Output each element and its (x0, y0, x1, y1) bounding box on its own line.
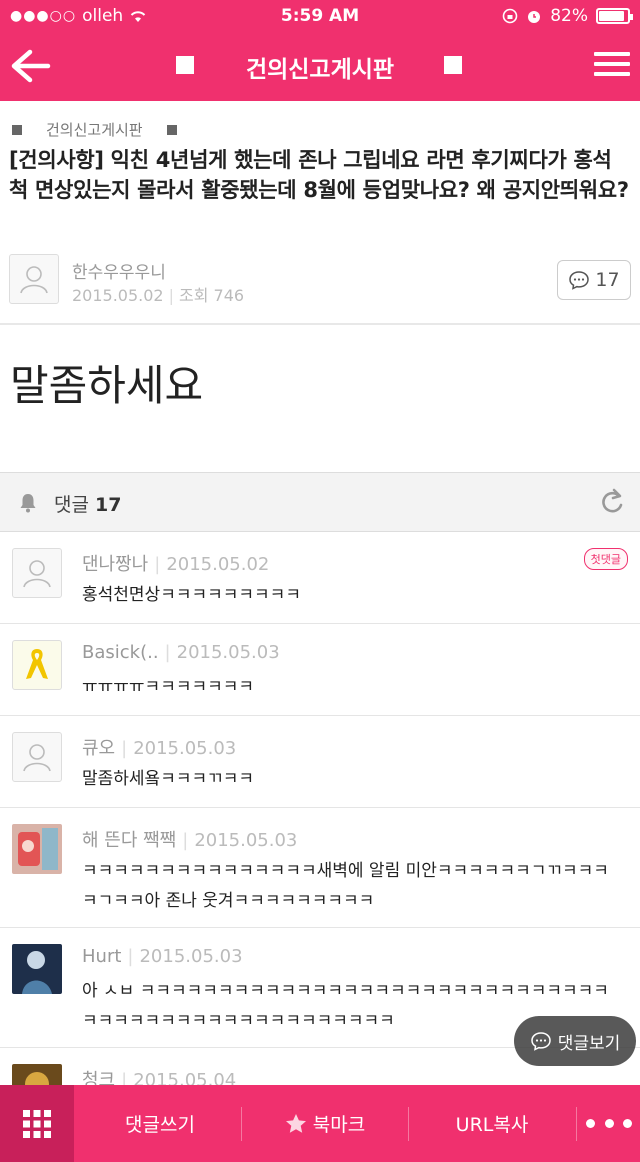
avatar[interactable] (12, 732, 62, 782)
comment-author[interactable]: Hurt (82, 946, 121, 967)
grid-menu-button[interactable] (0, 1085, 74, 1162)
comment-meta: Basick(.. | 2015.05.03 (82, 642, 280, 663)
write-comment-button[interactable]: 댓글쓰기 (80, 1085, 240, 1162)
post-meta: 2015.05.02 | 조회 746 (72, 286, 245, 305)
comment-count-button[interactable]: 17 (557, 260, 631, 300)
star-icon (285, 1114, 306, 1133)
copy-url-label: URL복사 (455, 1114, 529, 1136)
speech-bubble-icon (530, 1032, 551, 1051)
comments-label: 댓글 17 (54, 490, 121, 517)
comment-meta: 댄나짱나 | 2015.05.02 (82, 554, 270, 575)
bookmark-button[interactable]: 북마크 (242, 1085, 408, 1162)
comment-date: 2015.05.03 (139, 946, 243, 967)
toolbar-divider (576, 1107, 577, 1141)
post-body: 말좀하세요 (10, 361, 204, 410)
breadcrumb-category[interactable]: 건의신고게시판 (46, 119, 143, 140)
default-avatar-icon (20, 266, 48, 294)
comment-date: 2015.05.02 (166, 554, 270, 575)
comment-date: 2015.05.03 (133, 738, 237, 759)
yellow-ribbon-icon (26, 649, 48, 679)
post-views: 조회 746 (179, 286, 245, 305)
user-photo-icon (12, 824, 62, 874)
comment-meta: 해 뜬다 짹짹 | 2015.05.03 (82, 830, 298, 851)
comment-item[interactable]: 댄나짱나 | 2015.05.02 첫댓글 홍석천면상ㅋㅋㅋㅋㅋㅋㅋㅋㅋ (0, 532, 640, 624)
comment-author[interactable]: Basick(.. (82, 642, 159, 663)
write-comment-label: 댓글쓰기 (125, 1114, 195, 1136)
breadcrumb-square-right-icon (166, 124, 177, 135)
comment-date: 2015.05.03 (176, 642, 280, 663)
comment-date: 2015.05.03 (194, 830, 298, 851)
first-comment-badge: 첫댓글 (583, 548, 628, 570)
avatar[interactable] (12, 640, 62, 690)
hamburger-menu-icon[interactable] (594, 48, 630, 82)
status-right: 82% (502, 6, 633, 26)
battery-icon (596, 8, 633, 24)
author-name[interactable]: 한수우우우니 (72, 258, 166, 283)
divider (0, 323, 640, 325)
comment-author[interactable]: 해 뜬다 짹짹 (82, 830, 176, 851)
speech-bubble-icon (569, 271, 590, 290)
bookmark-label: 북마크 (312, 1114, 366, 1136)
bell-icon (20, 494, 36, 513)
comment-text: ㅋㅋㅋㅋㅋㅋㅋㅋㅋㅋㅋㅋㅋㅋㅋ새벽에 알림 미안ㅋㅋㅋㅋㅋㅋㄱㄲㅋㅋㅋㅋㄱㅋㅋ아… (82, 861, 609, 911)
copy-url-button[interactable]: URL복사 (409, 1085, 575, 1162)
comment-item[interactable]: Basick(.. | 2015.05.03 ㅠㅠㅠㅠㅋㅋㅋㅋㅋㅋㅋ (0, 624, 640, 716)
comments-label-text: 댓글 (54, 494, 89, 516)
comment-text: ㅠㅠㅠㅠㅋㅋㅋㅋㅋㅋㅋ (82, 677, 255, 697)
avatar[interactable] (9, 254, 59, 304)
default-avatar-icon (23, 560, 51, 588)
comment-text: 홍석천면상ㅋㅋㅋㅋㅋㅋㅋㅋㅋ (82, 585, 301, 605)
comments-header-count: 17 (95, 494, 122, 516)
comment-meta: 큐오 | 2015.05.03 (82, 738, 237, 759)
post-author-row: 한수우우우니 2015.05.02 | 조회 746 17 (9, 254, 631, 309)
status-bar: ●●●○○ olleh 5:59 AM 82% (0, 0, 640, 34)
comment-author[interactable]: 큐오 (82, 738, 115, 759)
page-title: 건의신고게시판 (245, 57, 395, 83)
breadcrumb-square-left-icon (12, 124, 22, 135)
comment-author[interactable]: 댄나짱나 (82, 554, 148, 575)
refresh-icon[interactable] (598, 487, 626, 517)
avatar[interactable] (12, 944, 62, 994)
breadcrumb[interactable]: 건의신고게시판 (12, 119, 177, 140)
post-title: [건의사항] 익친 4년넘게 했는데 존나 그립네요 라면 후기찌다가 홍석척 … (9, 148, 629, 202)
grid-icon (23, 1109, 51, 1138)
comment-item[interactable]: 해 뜬다 짹짹 | 2015.05.03 ㅋㅋㅋㅋㅋㅋㅋㅋㅋㅋㅋㅋㅋㅋㅋ새벽에 알림… (0, 808, 640, 928)
default-avatar-icon (23, 744, 51, 772)
app-header: 건의신고게시판 (0, 34, 640, 101)
more-options-icon[interactable] (586, 1085, 632, 1162)
comment-text: 말좀하세욬ㅋㅋㅋㄲㅋㅋ (82, 769, 255, 789)
post-date: 2015.05.02 (72, 286, 164, 305)
view-comments-label: 댓글보기 (557, 1033, 621, 1054)
comment-list: 댄나짱나 | 2015.05.02 첫댓글 홍석천면상ㅋㅋㅋㅋㅋㅋㅋㅋㅋ Basic… (0, 532, 640, 1088)
comment-count: 17 (595, 269, 620, 291)
bottom-toolbar: 댓글쓰기 북마크 URL복사 (0, 1085, 640, 1162)
battery-percent: 82% (550, 6, 588, 26)
avatar[interactable] (12, 824, 62, 874)
view-comments-button[interactable]: 댓글보기 (514, 1016, 636, 1066)
comments-header: 댓글 17 (0, 472, 640, 532)
user-photo-icon (12, 944, 62, 994)
avatar[interactable] (12, 548, 62, 598)
alarm-icon (528, 11, 541, 23)
comment-item[interactable]: 큐오 | 2015.05.03 말좀하세욬ㅋㅋㅋㄲㅋㅋ (0, 716, 640, 808)
rotation-lock-icon (502, 8, 518, 24)
top-bar: ●●●○○ olleh 5:59 AM 82% 건의신고게시판 (0, 0, 640, 101)
title-square-right-icon (444, 56, 462, 74)
comment-meta: Hurt | 2015.05.03 (82, 946, 243, 967)
